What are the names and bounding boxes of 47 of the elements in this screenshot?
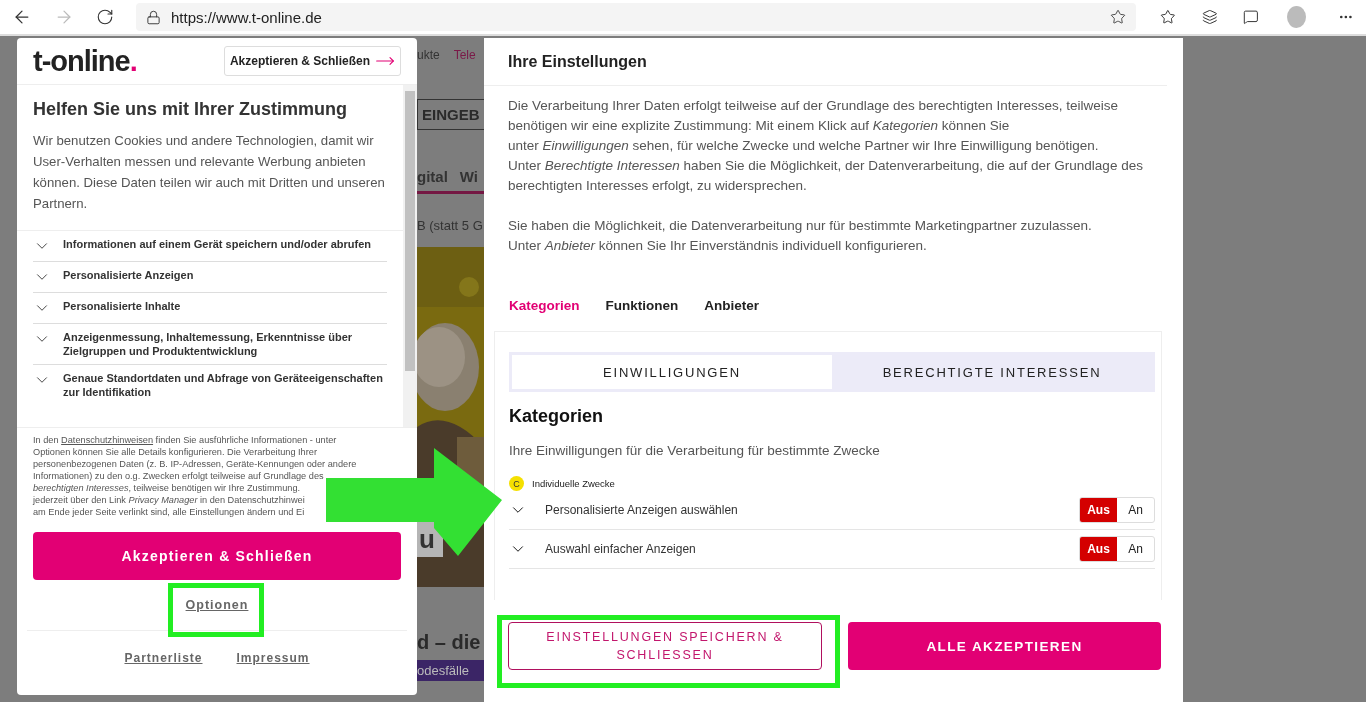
offer-text: B (statt 5 G xyxy=(417,218,484,233)
purpose-label[interactable]: Informationen auf einem Gerät speichern und/oder abrufen xyxy=(63,237,372,251)
consent-toggle[interactable]: Aus An xyxy=(1079,536,1155,562)
star-icon[interactable] xyxy=(1160,8,1176,26)
group-label: Individuelle Zwecke xyxy=(532,478,615,489)
logo: t-online. xyxy=(33,44,137,78)
purpose-label: Auswahl einfacher Anzeigen xyxy=(545,542,697,556)
caption-text: odesfälle xyxy=(417,660,484,681)
scrollbar[interactable] xyxy=(403,85,417,427)
purpose-label[interactable]: Personalisierte Inhalte xyxy=(63,299,181,313)
dialog-title: Helfen Sie uns mit Ihrer Zustimmung xyxy=(33,99,349,120)
tab[interactable]: Anbieter xyxy=(703,294,761,317)
layers-icon[interactable] xyxy=(1201,8,1218,26)
segment-tab[interactable]: BERECHTIGTE INTERESSEN xyxy=(832,355,1152,389)
consent-toggle[interactable]: Aus An xyxy=(1079,497,1155,523)
group-badge: C xyxy=(509,476,524,491)
headline-text: d – die xyxy=(417,631,482,654)
url-text: https://www.t-online.de xyxy=(171,8,323,26)
intro-text: Wir benutzen Cookies und andere Technologien, damit wir User-Verhalten messen und relevante Werbung anbieten können. Diese Daten teilen wir auch mit Dritten und unseren Partnern. xyxy=(33,132,386,213)
save-close-button[interactable]: EINSTELLUNGEN SPEICHERN & SCHLIESSEN xyxy=(508,622,822,670)
lock-icon xyxy=(146,9,161,25)
accept-all-button[interactable]: ALLE AKZEPTIEREN xyxy=(848,622,1161,670)
tab[interactable]: Funktionen xyxy=(604,294,680,317)
reload-icon[interactable] xyxy=(96,8,114,26)
purpose-label[interactable]: Anzeigenmessung, Inhaltemessung, Erkenntnisse über Zielgruppen und Produktentwicklung xyxy=(63,330,387,358)
info-text: Sie haben die Möglichkeit, die Datenverarbeitung nur für bestimmte Marketingpartner zuzulassen. Unter Anbieter können Sie Ihr Einverständnis individuell konfigurieren. xyxy=(508,217,1093,255)
dialog-title: Ihre Einstellungen xyxy=(508,52,647,71)
tab-label: Wi xyxy=(459,168,479,185)
footer-link[interactable]: Impressum xyxy=(236,651,310,665)
purpose-label[interactable]: Genaue Standortdaten und Abfrage von Geräteeigenschaften zur Identifikation xyxy=(63,371,387,399)
footer-link[interactable]: Partnerliste xyxy=(124,651,203,665)
photo-label: u xyxy=(417,522,443,557)
section-heading: Kategorien xyxy=(509,406,605,427)
chat-icon[interactable] xyxy=(1243,8,1260,26)
tab-label: gital xyxy=(417,168,448,185)
accept-close-button[interactable]: Akzeptieren & Schließen xyxy=(223,46,401,76)
info-text: Die Verarbeitung Ihrer Daten erfolgt teilweise auf der Grundlage des berechtigten Interesses, teilweise benötigen wir eine explizite Zustimmung: Mit einem Klick auf Kategorien können Sie unter Einwilligungen sehen, für welche Zwecke und welche Partner wir Ihre Einwilligung benötigen. Unter Berechtigte Interessen haben Sie die Möglichkeit, der Datenverarbeitung, die auf der Grundlage des berechtigten Interesses erfolgt, zu widersprechen. xyxy=(508,97,1144,195)
address-bar[interactable]: https://www.t-online.de xyxy=(136,3,1136,31)
segment-tab[interactable]: EINWILLIGUNGEN xyxy=(512,355,832,389)
purpose-label[interactable]: Personalisierte Anzeigen xyxy=(63,268,194,282)
purpose-label: Personalisierte Anzeigen auswählen xyxy=(545,503,739,517)
section-subtitle: Ihre Einwilligungen für die Verarbeitung für bestimmte Zwecke xyxy=(509,443,881,458)
star-icon[interactable] xyxy=(1110,9,1126,25)
accept-close-button[interactable]: Akzeptieren & Schließen xyxy=(33,532,401,580)
options-link[interactable]: Optionen xyxy=(185,598,249,612)
privacy-link[interactable]: Datenschutzhinweisen xyxy=(61,435,154,445)
tab[interactable]: Kategorien xyxy=(508,294,581,317)
